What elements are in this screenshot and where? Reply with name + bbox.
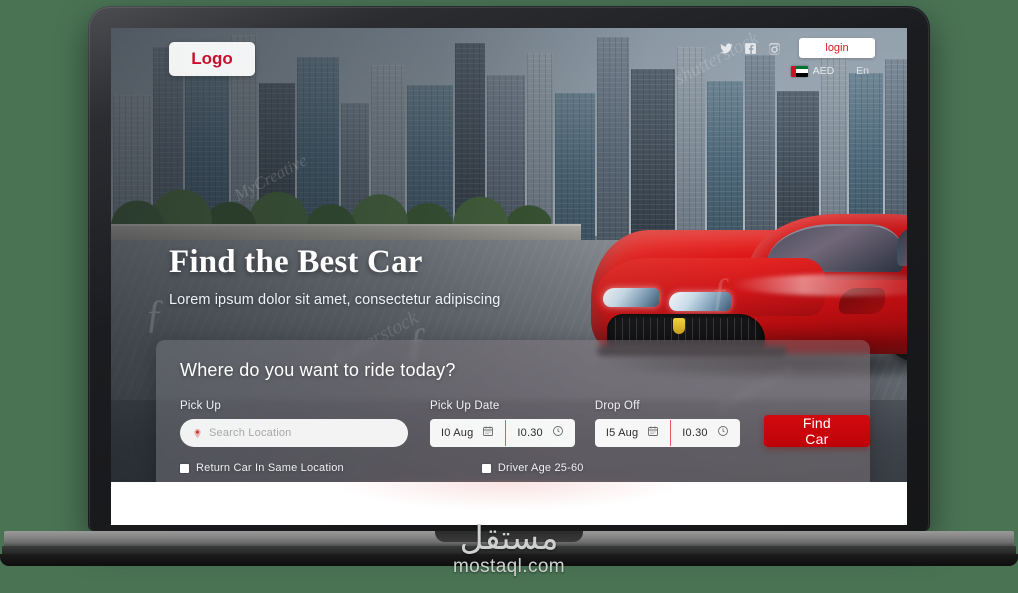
pickup-label: Pick Up — [180, 400, 222, 412]
calendar-icon[interactable] — [482, 424, 494, 442]
dropoff-time-segment[interactable]: I0.30 — [671, 419, 739, 447]
checkbox-box[interactable] — [481, 463, 491, 473]
login-button[interactable]: login — [799, 38, 875, 58]
dropoff-time-value: I0.30 — [682, 427, 708, 439]
clock-icon[interactable] — [717, 424, 729, 442]
dropoff-date-value: I5 Aug — [605, 427, 639, 439]
hero-copy: Find the Best Car Lorem ipsum dolor sit … — [169, 244, 500, 308]
pickup-time-value: I0.30 — [517, 427, 543, 439]
pickup-field-group: Pick Up Search Location — [180, 400, 408, 447]
pickup-date-box[interactable]: I0 Aug I0.30 — [430, 419, 575, 447]
dropoff-label: Drop Off — [594, 400, 640, 412]
search-location-input[interactable]: Search Location — [180, 419, 408, 447]
search-panel-title: Where do you want to ride today? — [180, 360, 456, 380]
website-page: MyCreative shutterstock shutterstock shu… — [111, 28, 907, 525]
find-car-button[interactable]: Find Car — [763, 415, 870, 447]
laptop-base — [0, 531, 1018, 566]
site-header: Logo login AED En — [111, 28, 907, 98]
facebook-icon[interactable] — [743, 41, 758, 56]
search-panel: Where do you want to ride today? Pick Up — [156, 340, 870, 482]
checkbox-label: Return Car In Same Location — [196, 462, 344, 474]
header-nav-right: login AED En — [719, 38, 875, 77]
laptop-notch — [435, 531, 583, 542]
hero-subtitle: Lorem ipsum dolor sit amet, consectetur … — [169, 292, 501, 308]
laptop-deck — [4, 531, 1014, 546]
instagram-icon[interactable] — [767, 41, 782, 56]
twitter-icon[interactable] — [719, 41, 734, 56]
currency-label: AED — [812, 65, 835, 77]
pickup-date-label: Pick Up Date — [430, 400, 500, 412]
pickup-date-value: I0 Aug — [441, 427, 474, 439]
return-same-location-checkbox[interactable]: Return Car In Same Location — [180, 462, 344, 474]
laptop-mockup: MyCreative shutterstock shutterstock shu… — [88, 6, 930, 531]
location-pin-icon — [192, 427, 203, 440]
hero-section: MyCreative shutterstock shutterstock shu… — [111, 28, 907, 482]
pickup-time-segment[interactable]: I0.30 — [506, 419, 574, 447]
driver-age-checkbox[interactable]: Driver Age 25-60 — [481, 462, 584, 474]
dropoff-group: Drop Off I5 Aug I0.30 — [594, 400, 740, 447]
pickup-date-segment[interactable]: I0 Aug — [430, 419, 505, 447]
checkbox-label: Driver Age 25-60 — [497, 462, 584, 474]
currency-selector[interactable]: AED — [790, 65, 835, 77]
checkbox-box[interactable] — [180, 463, 189, 473]
search-fields: Pick Up Search Location Pick Up Date I0 … — [180, 400, 870, 447]
hero-title: Find the Best Car — [169, 244, 423, 280]
search-checkboxes: Return Car In Same Location Driver Age 2… — [180, 462, 584, 474]
dropoff-date-box[interactable]: I5 Aug I0.30 — [594, 419, 740, 447]
laptop-screen: MyCreative shutterstock shutterstock shu… — [111, 28, 907, 525]
language-selector[interactable]: En — [856, 65, 869, 77]
logo[interactable]: Logo — [169, 42, 255, 76]
header-top-row: login — [719, 38, 875, 58]
clock-icon[interactable] — [552, 424, 564, 442]
laptop-base-foot — [0, 554, 1018, 566]
laptop-base-mid — [2, 546, 1016, 554]
uae-flag-icon — [790, 65, 808, 77]
search-location-placeholder: Search Location — [209, 427, 292, 439]
calendar-icon[interactable] — [647, 424, 659, 442]
dropoff-date-segment[interactable]: I5 Aug — [595, 419, 670, 447]
page-section-below-hero — [111, 480, 907, 525]
pickup-date-group: Pick Up Date I0 Aug I0.30 — [430, 400, 575, 447]
header-bottom-row: AED En — [790, 65, 875, 77]
